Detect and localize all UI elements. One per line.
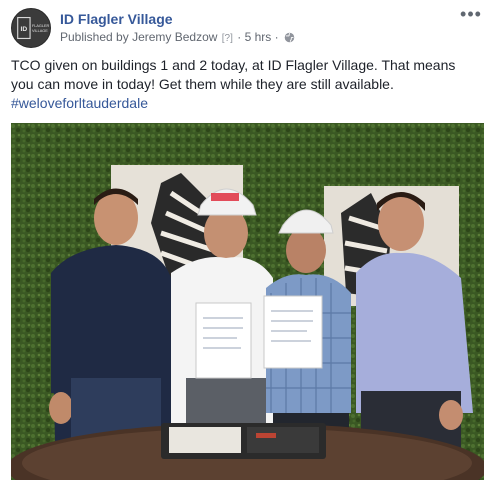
group-photo-image: [11, 123, 484, 480]
more-options-icon: •••: [460, 4, 482, 24]
published-by-label: Published by: [60, 30, 129, 44]
post-message: TCO given on buildings 1 and 2 today, at…: [11, 56, 481, 113]
post-timestamp[interactable]: 5 hrs: [245, 30, 272, 44]
byline-separator-2: ·: [274, 30, 279, 44]
post-header: ID FLAGLER VILLAGE ID Flagler Village Pu…: [11, 4, 483, 48]
page-name-link[interactable]: ID Flagler Village: [60, 11, 173, 27]
hashtag-link[interactable]: #weloveforltauderdale: [11, 95, 148, 111]
post-message-text: TCO given on buildings 1 and 2 today, at…: [11, 57, 456, 92]
id-flagler-village-logo: ID FLAGLER VILLAGE: [12, 9, 50, 47]
help-link[interactable]: [?]: [222, 33, 233, 44]
post-photo[interactable]: [11, 123, 484, 480]
avatar-logo-flagler: FLAGLER: [32, 24, 50, 28]
avatar-logo-village: VILLAGE: [32, 29, 48, 33]
post-byline: Published by Jeremy Bedzow [?] · 5 hrs ·: [60, 30, 295, 46]
byline-separator: ·: [237, 30, 242, 44]
more-options-button[interactable]: •••: [459, 4, 483, 24]
page-avatar[interactable]: ID FLAGLER VILLAGE: [11, 8, 51, 48]
publisher-name-link[interactable]: Jeremy Bedzow: [132, 30, 217, 44]
avatar-logo-id: ID: [21, 26, 28, 33]
facebook-post: ID FLAGLER VILLAGE ID Flagler Village Pu…: [0, 0, 494, 494]
globe-icon[interactable]: [284, 32, 295, 46]
